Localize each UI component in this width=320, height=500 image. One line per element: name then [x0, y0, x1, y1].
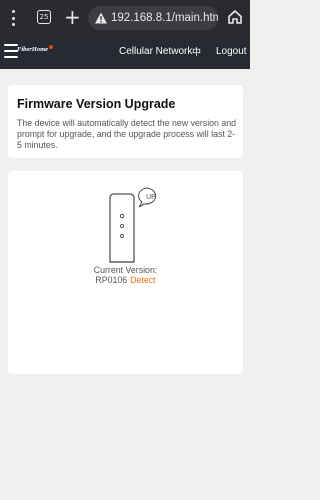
- warning-icon: [95, 12, 107, 24]
- brand-logo: FiberHome: [17, 46, 49, 53]
- address-bar[interactable]: 192.168.8.1/main.html: [88, 6, 218, 30]
- url-text: 192.168.8.1/main.html: [111, 12, 218, 24]
- version-row: RP0106 Detect: [8, 275, 243, 285]
- firmware-card: UP Current Version: RP0106 Detect: [8, 171, 243, 374]
- language-switch[interactable]: 中: [192, 45, 201, 58]
- home-icon[interactable]: [227, 9, 243, 25]
- tab-switcher-icon[interactable]: 25: [37, 10, 51, 24]
- bubble-up-text: UP: [146, 194, 156, 201]
- detect-button[interactable]: Detect: [130, 275, 155, 285]
- logout-button[interactable]: Logout: [216, 46, 247, 57]
- app-header: FiberHome Cellular Network 中 Logout: [0, 36, 250, 69]
- router-icon: UP: [109, 187, 156, 263]
- menu-icon[interactable]: [4, 44, 18, 58]
- logo-dot: [49, 45, 53, 49]
- upgrade-description: The device will automatically detect the…: [17, 118, 237, 150]
- browser-menu-icon[interactable]: [9, 10, 17, 26]
- cellular-network-link[interactable]: Cellular Network: [119, 46, 192, 57]
- current-version-label: Current Version:: [93, 265, 158, 275]
- browser-toolbar: 25 + 192.168.8.1/main.html: [0, 0, 250, 36]
- new-tab-icon[interactable]: +: [64, 4, 81, 30]
- version-value: RP0106: [95, 275, 128, 285]
- upgrade-info-card: Firmware Version Upgrade The device will…: [8, 85, 243, 158]
- page-title: Firmware Version Upgrade: [17, 97, 176, 111]
